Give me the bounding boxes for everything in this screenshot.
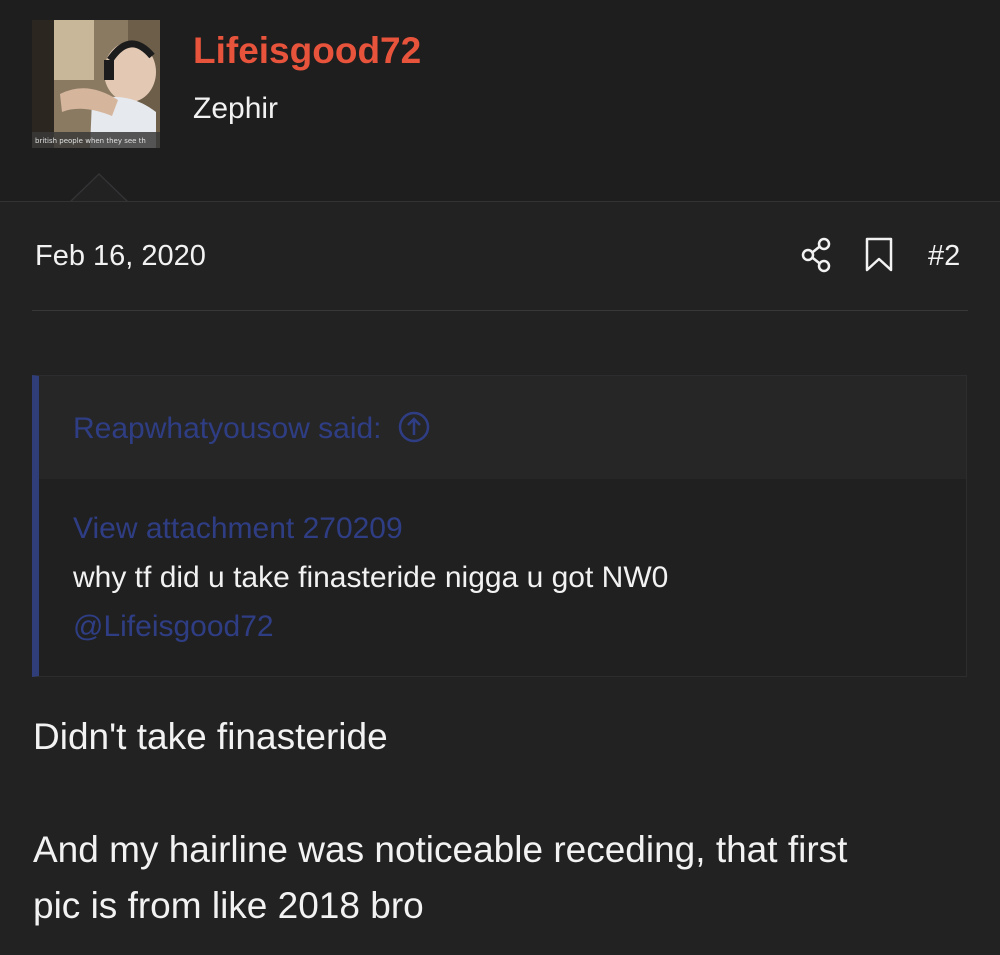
- quote-attribution-link[interactable]: Reapwhatyousow said:: [73, 411, 430, 446]
- attachment-link[interactable]: View attachment 270209: [73, 512, 403, 546]
- forum-post-page: british people when they see th Lifeisgo…: [0, 0, 1000, 955]
- post-body-line: And my hairline was noticeable receding,…: [33, 829, 848, 870]
- post-author-name[interactable]: Lifeisgood72: [193, 30, 421, 72]
- quote-attribution-text: Reapwhatyousow said:: [73, 412, 382, 445]
- post-user-header: british people when they see th Lifeisgo…: [0, 0, 1000, 202]
- share-button[interactable]: [800, 236, 834, 274]
- quote-body: View attachment 270209 why tf did u take…: [39, 479, 966, 676]
- post-author-title: Zephir: [193, 92, 279, 125]
- bookmark-button[interactable]: [862, 236, 896, 274]
- quote-header: Reapwhatyousow said:: [39, 376, 966, 479]
- avatar-image: british people when they see th: [32, 20, 160, 148]
- user-mention-link[interactable]: @Lifeisgood72: [73, 610, 274, 644]
- post-number-link[interactable]: #2: [928, 240, 960, 273]
- post-body-line: Didn't take finasteride: [33, 716, 388, 757]
- arrow-up-circle-icon: [398, 411, 430, 443]
- post-body-line: pic is from like 2018 bro: [33, 885, 424, 926]
- avatar-caption: british people when they see th: [35, 137, 146, 145]
- quote-block: Reapwhatyousow said: View attachment 270…: [32, 375, 967, 677]
- quote-text: why tf did u take finasteride nigga u go…: [73, 561, 669, 594]
- user-avatar[interactable]: british people when they see th: [32, 20, 160, 148]
- bookmark-icon: [865, 237, 893, 272]
- header-notch: [70, 172, 128, 202]
- post-date[interactable]: Feb 16, 2020: [35, 240, 206, 273]
- header-divider: [0, 201, 1000, 202]
- meta-divider: [32, 310, 968, 311]
- share-icon: [801, 237, 831, 273]
